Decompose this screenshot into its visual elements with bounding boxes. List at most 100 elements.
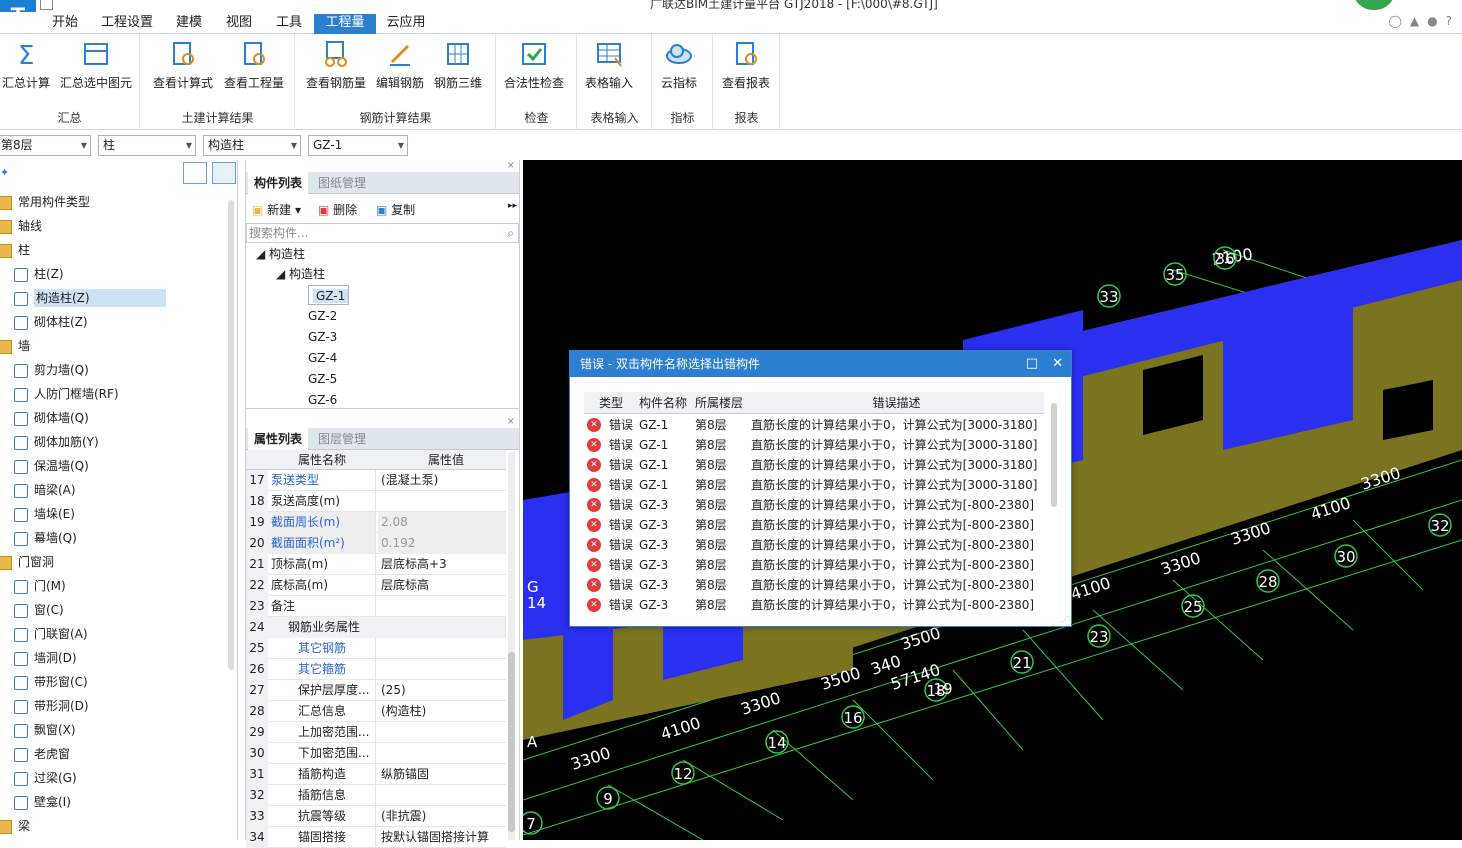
chat-icon[interactable]: ● xyxy=(1427,14,1437,28)
property-row[interactable]: 27 保护层厚度... (25) xyxy=(246,680,506,701)
tab-quantity[interactable]: 工程量 xyxy=(314,14,376,34)
search-icon[interactable]: ⌕ xyxy=(507,224,514,242)
tree-item[interactable]: 过梁(G) xyxy=(14,767,77,789)
component-select[interactable]: GZ-1 ▼ xyxy=(308,135,408,156)
tree-category[interactable]: 柱 xyxy=(0,239,30,261)
validity-check-button[interactable]: 合法性检查 xyxy=(504,38,564,91)
tab-layer-manage[interactable]: 图层管理 xyxy=(312,428,372,450)
floor-select[interactable]: 第8层 ▼ xyxy=(0,135,91,156)
tree-category[interactable]: 梁 xyxy=(0,815,30,837)
tree-category[interactable]: 墙 xyxy=(0,335,30,357)
tab-property-list[interactable]: 属性列表 xyxy=(248,428,309,450)
summary-calc-button[interactable]: Σ 汇总计算 xyxy=(2,38,50,91)
error-row[interactable]: ✕ 错误 GZ-1 第8层 直筋长度的计算结果小于0，计算公式为[3000-3180] xyxy=(584,435,1044,455)
table-input-button[interactable]: 表格输入 xyxy=(585,38,633,91)
help-icon[interactable]: ? xyxy=(1446,14,1452,28)
tree-item[interactable]: 窗(C) xyxy=(14,599,64,621)
type-select[interactable]: 构造柱 ▼ xyxy=(203,135,301,156)
tree-item[interactable]: 门(M) xyxy=(14,575,66,597)
error-row[interactable]: ✕ 错误 GZ-1 第8层 直筋长度的计算结果小于0，计算公式为[3000-3180] xyxy=(584,455,1044,475)
property-scrollbar[interactable] xyxy=(508,452,515,840)
left-scrollbar[interactable] xyxy=(228,200,234,670)
tab-start[interactable]: 开始 xyxy=(44,14,86,34)
card-view-icon[interactable] xyxy=(212,162,236,184)
error-row[interactable]: ✕ 错误 GZ-3 第8层 直筋长度的计算结果小于0，计算公式为[-800-2380] xyxy=(584,535,1044,555)
tree-child[interactable]: ◢ 构造柱 xyxy=(276,264,325,284)
tree-item[interactable]: 柱(Z) xyxy=(14,263,64,285)
tree-item[interactable]: 带形窗(C) xyxy=(14,671,88,693)
error-row[interactable]: ✕ 错误 GZ-1 第8层 直筋长度的计算结果小于0，计算公式为[3000-3180] xyxy=(584,415,1044,435)
close-icon[interactable]: × xyxy=(507,416,515,427)
tree-category[interactable]: 门窗洞 xyxy=(0,551,54,573)
property-row[interactable]: 20 截面面积(m²) 0.192 xyxy=(246,533,506,554)
tree-item[interactable]: 墙洞(D) xyxy=(14,647,77,669)
rebar-3d-button[interactable]: 钢筋三维 xyxy=(434,38,482,91)
error-row[interactable]: ✕ 错误 GZ-3 第8层 直筋长度的计算结果小于0，计算公式为[-800-2380] xyxy=(584,515,1044,535)
property-row[interactable]: 19 截面周长(m) 2.08 xyxy=(246,512,506,533)
error-row[interactable]: ✕ 错误 GZ-3 第8层 直筋长度的计算结果小于0，计算公式为[-800-2380] xyxy=(584,575,1044,595)
property-row[interactable]: 33 抗震等级 (非抗震) xyxy=(246,806,506,827)
tree-item[interactable]: 砌体墙(Q) xyxy=(14,407,89,429)
tree-item[interactable]: 墙垛(E) xyxy=(14,503,75,525)
tab-project-settings[interactable]: 工程设置 xyxy=(96,14,158,34)
tree-category[interactable]: 常用构件类型 xyxy=(0,191,90,213)
property-row[interactable]: 31 插筋构造 纵筋锚固 xyxy=(246,764,506,785)
category-select[interactable]: 柱 ▼ xyxy=(98,135,196,156)
error-row[interactable]: ✕ 错误 GZ-1 第8层 直筋长度的计算结果小于0，计算公式为[3000-3180] xyxy=(584,475,1044,495)
tree-item[interactable]: 人防门框墙(RF) xyxy=(14,383,119,405)
tree-item[interactable]: 老虎窗 xyxy=(14,743,70,765)
maximize-icon[interactable]: □ xyxy=(1026,351,1038,377)
error-row[interactable]: ✕ 错误 GZ-3 第8层 直筋长度的计算结果小于0，计算公式为[-800-2380] xyxy=(584,555,1044,575)
tree-item[interactable]: 剪力墙(Q) xyxy=(14,359,89,381)
component-item[interactable]: GZ-1 xyxy=(308,285,350,305)
tree-item[interactable]: 保温墙(Q) xyxy=(14,455,89,477)
property-row[interactable]: 28 汇总信息 (构造柱) xyxy=(246,701,506,722)
summary-selected-button[interactable]: 汇总选中图元 xyxy=(60,38,132,91)
tab-tools[interactable]: 工具 xyxy=(268,14,310,34)
tree-item[interactable]: 砌体加筋(Y) xyxy=(14,431,99,453)
resize-grip-icon[interactable]: ⋰ xyxy=(1061,615,1069,624)
property-row[interactable]: 29 上加密范围... xyxy=(246,722,506,743)
tree-item[interactable]: 飘窗(X) xyxy=(14,719,76,741)
property-row[interactable]: 24 钢筋业务属性 xyxy=(246,617,506,638)
tab-cloud[interactable]: 云应用 xyxy=(380,14,432,34)
view-formula-button[interactable]: 查看计算式 xyxy=(153,38,213,91)
bell-icon[interactable]: ▲ xyxy=(1410,14,1419,28)
component-item[interactable]: GZ-5 xyxy=(308,369,337,389)
property-row[interactable]: 21 顶标高(m) 层底标高+3 xyxy=(246,554,506,575)
tree-item[interactable]: 门联窗(A) xyxy=(14,623,88,645)
property-row[interactable]: 22 底标高(m) 层底标高 xyxy=(246,575,506,596)
user-icon[interactable]: ◯ xyxy=(1388,14,1401,28)
new-button[interactable]: ▣ 新建 ▾ xyxy=(252,201,301,218)
tab-view[interactable]: 视图 xyxy=(218,14,260,34)
property-row[interactable]: 26 其它箍筋 xyxy=(246,659,506,680)
property-row[interactable]: 18 泵送高度(m) xyxy=(246,491,506,512)
property-row[interactable]: 23 备注 xyxy=(246,596,506,617)
property-row[interactable]: 30 下加密范围... xyxy=(246,743,506,764)
tree-item[interactable]: 构造柱(Z) xyxy=(14,287,166,309)
view-report-button[interactable]: 查看报表 xyxy=(722,38,770,91)
view-quantity-button[interactable]: 查看工程量 xyxy=(224,38,284,91)
view-rebar-button[interactable]: 查看钢筋量 xyxy=(306,38,366,91)
pin-icon[interactable]: ✦ xyxy=(0,166,9,179)
tab-component-list[interactable]: 构件列表 xyxy=(248,172,309,194)
delete-button[interactable]: ▣ 删除 xyxy=(318,201,357,218)
tab-modeling[interactable]: 建模 xyxy=(168,14,210,34)
tree-item[interactable]: 砌体柱(Z) xyxy=(14,311,88,333)
dialog-scrollbar[interactable] xyxy=(1051,403,1057,507)
tree-item[interactable]: 幕墙(Q) xyxy=(14,527,77,549)
tree-item[interactable]: 带形洞(D) xyxy=(14,695,89,717)
error-row[interactable]: ✕ 错误 GZ-3 第8层 直筋长度的计算结果小于0，计算公式为[-800-2380] xyxy=(584,595,1044,615)
component-item[interactable]: GZ-3 xyxy=(308,327,337,347)
tree-root[interactable]: ◢ 构造柱 xyxy=(256,244,305,264)
edit-rebar-button[interactable]: 编辑钢筋 xyxy=(376,38,424,91)
copy-button[interactable]: ▣ 复制 xyxy=(376,201,415,218)
property-row[interactable]: 25 其它钢筋 xyxy=(246,638,506,659)
component-search-input[interactable]: 搜索构件... ⌕ xyxy=(246,223,519,243)
close-icon[interactable]: ✕ xyxy=(1052,351,1063,377)
more-icon[interactable]: ▸▸ xyxy=(508,201,517,211)
tree-item[interactable]: 暗梁(A) xyxy=(14,479,76,501)
component-item[interactable]: GZ-4 xyxy=(308,348,337,368)
cloud-index-button[interactable]: 云指标 xyxy=(661,38,697,91)
component-item[interactable]: GZ-2 xyxy=(308,306,337,326)
